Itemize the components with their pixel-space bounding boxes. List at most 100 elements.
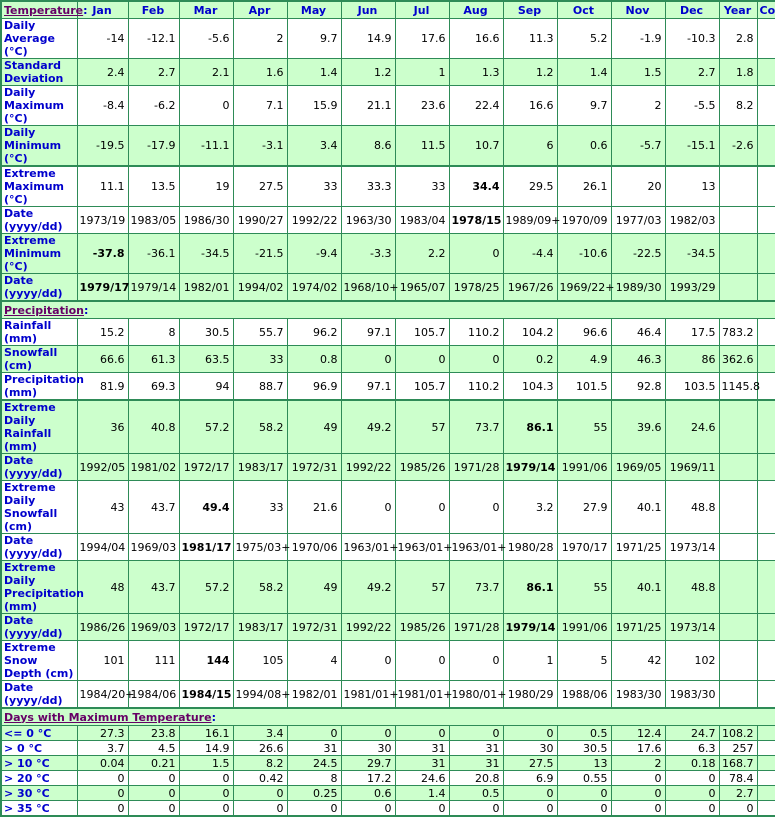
- month-value: 49.2: [340, 560, 396, 614]
- month-value: 0: [394, 480, 450, 534]
- code-value: [756, 560, 775, 614]
- row-label: Daily Maximum (°C): [0, 85, 78, 126]
- section-header: Precipitation:: [0, 300, 775, 319]
- month-value: 0.55: [556, 770, 612, 786]
- section-link-days_max_temp[interactable]: Days with Maximum Temperature: [4, 711, 212, 724]
- month-value: 2: [610, 755, 666, 771]
- row-label: > 35 °C: [0, 800, 78, 817]
- month-value: -19.5: [76, 125, 129, 167]
- section-link-temperature[interactable]: Temperature: [4, 4, 83, 17]
- month-value: 0: [664, 770, 720, 786]
- month-value: 1972/31: [286, 613, 342, 641]
- month-value: 1982/01: [178, 273, 234, 302]
- month-value: 1970/09: [556, 206, 612, 234]
- year-value: [718, 453, 758, 481]
- month-value: -4.4: [502, 233, 558, 274]
- month-value: 0: [340, 640, 396, 681]
- month-value: 0: [556, 800, 612, 817]
- month-value: 0: [340, 480, 396, 534]
- month-value: 24.6: [664, 399, 720, 454]
- month-value: 33: [394, 165, 450, 207]
- row-label: Extreme Snow Depth (cm): [0, 640, 78, 681]
- section-colon: :: [83, 3, 88, 17]
- month-value: 1984/15: [178, 680, 234, 709]
- month-value: 1971/25: [610, 533, 666, 561]
- code-header: Code: [756, 0, 775, 19]
- month-value: 1983/04: [394, 206, 450, 234]
- month-header: Nov: [610, 0, 666, 19]
- row-label: Extreme Maximum (°C): [0, 165, 78, 207]
- month-value: 30.5: [178, 318, 234, 346]
- month-value: 43: [76, 480, 129, 534]
- month-value: 0: [610, 785, 666, 801]
- month-value: 1981/01+: [340, 680, 398, 709]
- section-header-row: Temperature: Jan Feb Mar Apr May Jun Jul Aug Sep O…: [0, 0, 775, 19]
- month-value: 96.9: [286, 372, 342, 401]
- month-value: 0: [232, 785, 288, 801]
- month-value: 14.9: [178, 740, 234, 756]
- month-value: 104.2: [502, 318, 558, 346]
- month-value: 0: [127, 800, 180, 817]
- month-value: 6.9: [502, 770, 558, 786]
- month-value: 0: [340, 725, 396, 741]
- month-value: 43.7: [127, 480, 180, 534]
- month-value: 1994/08+: [232, 680, 290, 709]
- month-value: 105.7: [394, 318, 450, 346]
- month-value: 0: [76, 770, 129, 786]
- row-label: > 20 °C: [0, 770, 78, 786]
- row-label: Daily Minimum (°C): [0, 125, 78, 167]
- month-value: 0: [76, 800, 129, 817]
- month-value: 0: [178, 770, 234, 786]
- row-label: Date (yyyy/dd): [0, 453, 78, 481]
- code-value: [756, 206, 775, 234]
- month-value: 1989/30: [610, 273, 666, 302]
- month-value: 57: [394, 560, 450, 614]
- table-row: > 30 °C00000.250.61.40.500002.7C: [0, 785, 775, 801]
- month-value: -5.7: [610, 125, 666, 167]
- code-value: [756, 233, 775, 274]
- month-value: 1979/14: [127, 273, 180, 302]
- code-value: C: [756, 740, 775, 756]
- month-value: 20: [610, 165, 666, 207]
- month-value: 27.9: [556, 480, 612, 534]
- table-row: Extreme Minimum (°C) -37.8 -36.1 -34.5 -21.5…: [0, 233, 775, 274]
- month-value: 10.7: [448, 125, 504, 167]
- month-value: 1979/17: [76, 273, 129, 302]
- table-row: Daily Maximum (°C) -8.4 -6.2 0 7.1 15.9 21.1 23…: [0, 85, 775, 126]
- table-row: Extreme Daily Rainfall (mm) 36 40.8 57.2 58.…: [0, 399, 775, 454]
- month-value: 8: [286, 770, 342, 786]
- month-value: 1982/03: [664, 206, 720, 234]
- month-value: 1984/20+: [76, 680, 134, 709]
- table-row: Date (yyyy/dd) 1992/05 1981/02 1972/17 1983/…: [0, 453, 775, 481]
- month-value: 1963/01+: [448, 533, 506, 561]
- month-value: 105.7: [394, 372, 450, 401]
- month-value: 1973/14: [664, 613, 720, 641]
- year-value: 362.6: [718, 345, 758, 373]
- month-value: 23.6: [394, 85, 450, 126]
- month-value: 1970/06: [286, 533, 342, 561]
- row-label: > 10 °C: [0, 755, 78, 771]
- month-value: 57.2: [178, 399, 234, 454]
- month-value: 1983/17: [232, 613, 288, 641]
- month-value: 1980/29: [502, 680, 558, 709]
- table-row: Standard Deviation 2.4 2.7 2.1 1.6 1.4 1.2 1 1.3…: [0, 58, 775, 86]
- month-value: 15.2: [76, 318, 129, 346]
- year-value: [718, 273, 758, 302]
- month-value: 1972/31: [286, 453, 342, 481]
- month-header: Mar: [178, 0, 234, 19]
- month-value: 8.6: [340, 125, 396, 167]
- month-value: 0: [178, 800, 234, 817]
- month-value: -5.5: [664, 85, 720, 126]
- month-value: 110.2: [448, 318, 504, 346]
- month-header: Jun: [340, 0, 396, 19]
- month-value: 2.1: [178, 58, 234, 86]
- month-value: 24.6: [394, 770, 450, 786]
- month-value: 104.3: [502, 372, 558, 401]
- month-value: 21.1: [340, 85, 396, 126]
- month-value: 58.2: [232, 399, 288, 454]
- month-value: 3.7: [76, 740, 129, 756]
- month-value: 61.3: [127, 345, 180, 373]
- month-value: -3.3: [340, 233, 396, 274]
- month-value: 11.3: [502, 18, 558, 59]
- section-link-precipitation[interactable]: Precipitation: [4, 304, 84, 317]
